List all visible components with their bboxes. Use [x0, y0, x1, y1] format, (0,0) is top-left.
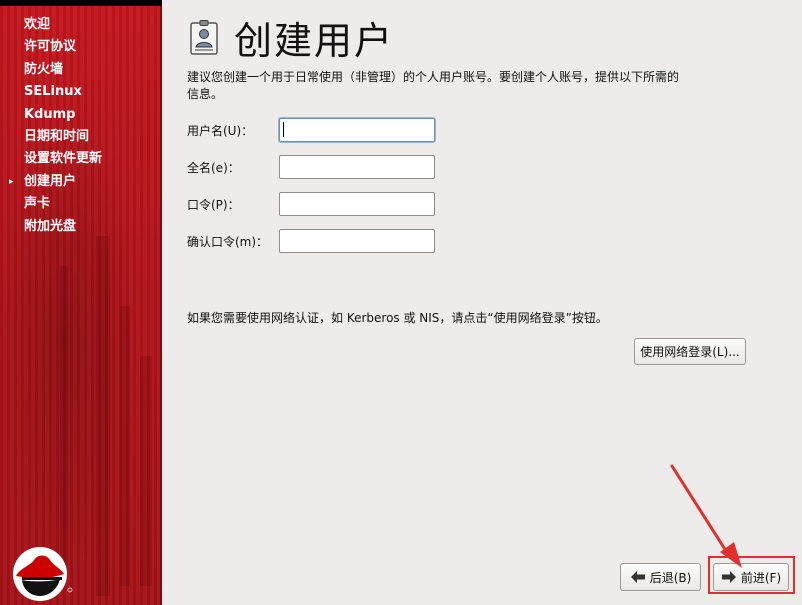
- arrow-left-icon: [630, 571, 645, 583]
- step-label: 设置软件更新: [24, 151, 103, 167]
- username-field[interactable]: [279, 118, 435, 142]
- main-panel: 创建用户 建议您创建一个用于日常使用（非管理）的个人用户账号。要创建个人账号，提…: [162, 0, 802, 605]
- redhat-logo: [13, 547, 73, 601]
- next-label: 前进(F): [740, 570, 782, 585]
- step-item: 声卡: [0, 193, 102, 215]
- step-item: 附加光盘: [0, 216, 102, 238]
- next-button[interactable]: 前进(F): [713, 563, 789, 591]
- confirm-password-label: 确认口令(m)：: [187, 235, 269, 249]
- step-list: 欢迎许可协议防火墙 SELinux Kdump 日期和时间设置软件更新 ▸ 创建用户声卡附…: [0, 14, 102, 238]
- step-label: 声卡: [24, 196, 51, 212]
- user-id-card-icon: [190, 20, 218, 55]
- fullname-label: 全名(e)：: [187, 161, 240, 175]
- step-label: 附加光盘: [24, 218, 77, 234]
- step-item: 欢迎: [0, 14, 102, 36]
- password-field[interactable]: [279, 192, 435, 216]
- confirm-password-field[interactable]: [279, 229, 435, 253]
- firstboot-window: 欢迎许可协议防火墙 SELinux Kdump 日期和时间设置软件更新 ▸ 创建用户声卡附…: [0, 0, 802, 605]
- step-item: SELinux: [0, 81, 102, 103]
- back-button[interactable]: 后退(B): [620, 563, 701, 591]
- step-label: 防火墙: [24, 61, 64, 77]
- network-login-label: 使用网络登录(L)...: [640, 345, 740, 359]
- page-title: 创建用户: [234, 19, 395, 63]
- step-label: Kdump: [24, 106, 76, 122]
- text-caret: [283, 122, 284, 137]
- fullname-field[interactable]: [279, 155, 435, 179]
- step-label: 欢迎: [24, 17, 51, 32]
- back-label: 后退(B): [649, 570, 692, 585]
- step-label: 许可协议: [24, 39, 77, 55]
- step-label: 日期和时间: [24, 128, 90, 144]
- network-auth-note: 如果您需要使用网络认证，如 Kerberos 或 NIS，请点击“使用网络登录”…: [187, 311, 608, 325]
- step-item: 设置软件更新: [0, 148, 102, 170]
- step-item: 许可协议: [0, 36, 102, 58]
- step-item: Kdump: [0, 104, 102, 126]
- step-item: 日期和时间: [0, 126, 102, 148]
- intro-text: 建议您创建一个用于日常使用（非管理）的个人用户账号。要创建个人账号，提供以下所需…: [187, 70, 680, 101]
- current-step-marker-icon: ▸: [9, 176, 14, 187]
- step-label: 创建用户: [24, 173, 77, 189]
- password-label: 口令(P)：: [187, 198, 240, 212]
- sidebar: 欢迎许可协议防火墙 SELinux Kdump 日期和时间设置软件更新 ▸ 创建用户声卡附…: [0, 6, 162, 605]
- step-label: SELinux: [24, 84, 82, 100]
- step-item: 防火墙: [0, 59, 102, 81]
- arrow-right-icon: [721, 571, 736, 583]
- network-login-button[interactable]: 使用网络登录(L)...: [634, 338, 746, 365]
- username-label: 用户名(U)：: [187, 124, 254, 138]
- step-item: ▸ 创建用户: [0, 171, 102, 193]
